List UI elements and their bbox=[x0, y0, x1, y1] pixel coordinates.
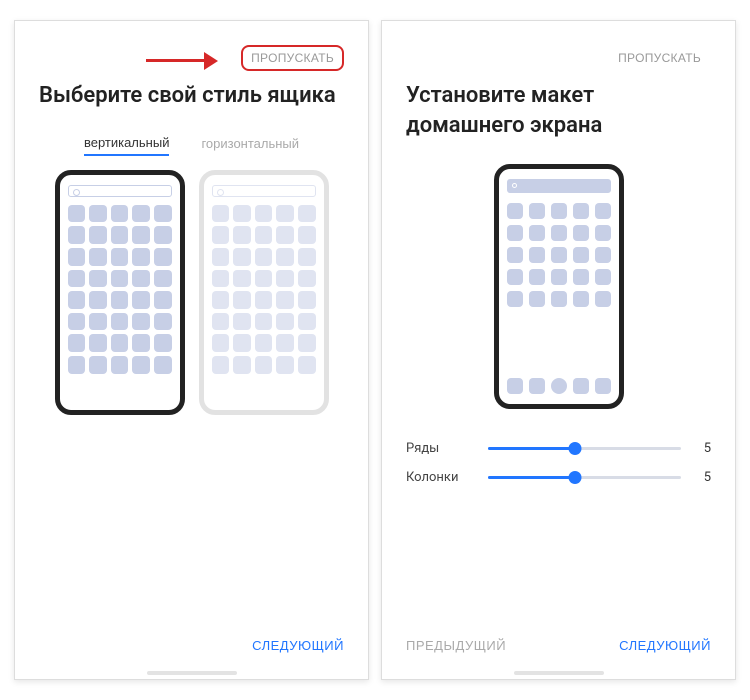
skip-button[interactable]: ПРОПУСКАТЬ bbox=[608, 45, 711, 71]
skip-button[interactable]: ПРОПУСКАТЬ bbox=[241, 45, 344, 71]
slider-thumb-icon[interactable] bbox=[568, 471, 581, 484]
tabs: вертикальный горизонтальный bbox=[39, 135, 344, 156]
page-title: Установите макет домашнего экрана bbox=[406, 81, 711, 140]
phone-preview-home bbox=[494, 164, 624, 409]
page-title: Выберите свой стиль ящика bbox=[39, 81, 344, 111]
slider-thumb-icon[interactable] bbox=[568, 442, 581, 455]
app-grid bbox=[68, 205, 172, 374]
dock bbox=[507, 378, 611, 394]
prev-button[interactable]: ПРЕДЫДУЩИЙ bbox=[406, 632, 506, 659]
rows-value: 5 bbox=[691, 441, 711, 456]
drawer-style-screen: ПРОПУСКАТЬ Выберите свой стиль ящика вер… bbox=[14, 20, 369, 680]
columns-label: Колонки bbox=[406, 470, 478, 485]
preview-row bbox=[406, 164, 711, 409]
home-indicator-icon bbox=[147, 671, 237, 675]
home-indicator-icon bbox=[514, 671, 604, 675]
phone-preview-horizontal bbox=[199, 170, 329, 415]
columns-slider[interactable] bbox=[488, 476, 681, 479]
app-grid bbox=[212, 205, 316, 374]
next-button[interactable]: СЛЕДУЮЩИЙ bbox=[252, 632, 344, 659]
app-grid bbox=[507, 203, 611, 307]
home-layout-screen: ПРОПУСКАТЬ Установите макет домашнего эк… bbox=[381, 20, 736, 680]
columns-value: 5 bbox=[691, 470, 711, 485]
columns-slider-row: Колонки 5 bbox=[406, 470, 711, 485]
rows-label: Ряды bbox=[406, 441, 478, 456]
search-bar-icon bbox=[212, 185, 316, 197]
footer: СЛЕДУЮЩИЙ bbox=[39, 614, 344, 659]
skip-row: ПРОПУСКАТЬ bbox=[39, 41, 344, 75]
sliders-group: Ряды 5 Колонки 5 bbox=[406, 441, 711, 485]
search-bar-icon bbox=[507, 179, 611, 193]
rows-slider[interactable] bbox=[488, 447, 681, 450]
tab-vertical[interactable]: вертикальный bbox=[84, 135, 170, 156]
search-bar-icon bbox=[68, 185, 172, 197]
next-button[interactable]: СЛЕДУЮЩИЙ bbox=[619, 632, 711, 659]
rows-slider-row: Ряды 5 bbox=[406, 441, 711, 456]
skip-row: ПРОПУСКАТЬ bbox=[406, 41, 711, 75]
footer: ПРЕДЫДУЩИЙ СЛЕДУЮЩИЙ bbox=[406, 614, 711, 659]
preview-row bbox=[39, 170, 344, 415]
phone-preview-vertical bbox=[55, 170, 185, 415]
tab-horizontal[interactable]: горизонтальный bbox=[201, 135, 299, 156]
